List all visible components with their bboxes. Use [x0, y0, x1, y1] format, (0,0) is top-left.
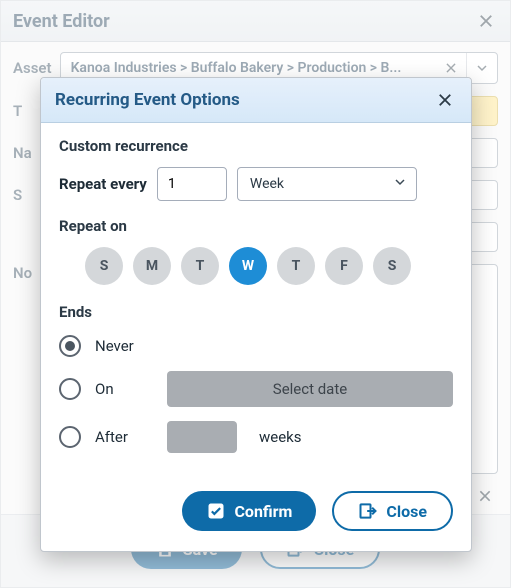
ends-after-count-input[interactable]: [167, 421, 237, 453]
modal-body: Custom recurrence Repeat every Week Repe…: [41, 123, 471, 485]
check-icon: [206, 501, 226, 521]
ends-after-label: After: [95, 428, 153, 446]
ends-option-never[interactable]: Never: [59, 335, 453, 357]
modal-close-button[interactable]: [433, 88, 457, 112]
ends-option-on[interactable]: On Select date: [59, 371, 453, 407]
day-toggle-0[interactable]: S: [85, 247, 123, 285]
repeat-every-label: Repeat every: [59, 175, 147, 193]
modal-close-footer-button[interactable]: Close: [332, 491, 453, 531]
confirm-button[interactable]: Confirm: [182, 491, 316, 531]
repeat-unit-select[interactable]: Week: [237, 167, 417, 201]
modal-header: Recurring Event Options: [41, 78, 471, 123]
radio-on[interactable]: [59, 378, 81, 400]
day-toggle-2[interactable]: T: [181, 247, 219, 285]
ends-heading: Ends: [59, 303, 453, 321]
day-toggle-4[interactable]: T: [277, 247, 315, 285]
recurring-event-modal: Recurring Event Options Custom recurrenc…: [40, 77, 472, 552]
repeat-count-input[interactable]: [157, 167, 227, 201]
modal-close-footer-label: Close: [386, 502, 427, 521]
day-toggle-3[interactable]: W: [229, 247, 267, 285]
custom-recurrence-heading: Custom recurrence: [59, 137, 453, 155]
ends-never-label: Never: [95, 337, 153, 355]
ends-option-after[interactable]: After weeks: [59, 421, 453, 453]
repeat-unit-value: Week: [250, 176, 284, 192]
ends-on-date-input[interactable]: Select date: [167, 371, 453, 407]
chevron-down-icon: [392, 174, 408, 194]
modal-title: Recurring Event Options: [55, 90, 240, 110]
repeat-on-heading: Repeat on: [59, 217, 453, 235]
day-toggle-1[interactable]: M: [133, 247, 171, 285]
ends-on-label: On: [95, 380, 153, 398]
day-toggle-6[interactable]: S: [373, 247, 411, 285]
repeat-every-row: Repeat every Week: [59, 167, 453, 201]
ends-options: Never On Select date After weeks: [59, 335, 453, 453]
radio-never[interactable]: [59, 335, 81, 357]
exit-icon: [358, 501, 378, 521]
confirm-button-label: Confirm: [234, 502, 292, 521]
ends-after-unit-label: weeks: [259, 428, 302, 446]
modal-footer: Confirm Close: [41, 485, 471, 551]
close-icon: [436, 91, 454, 109]
days-of-week-row: SMTWTFS: [59, 247, 453, 285]
radio-after[interactable]: [59, 426, 81, 448]
day-toggle-5[interactable]: F: [325, 247, 363, 285]
